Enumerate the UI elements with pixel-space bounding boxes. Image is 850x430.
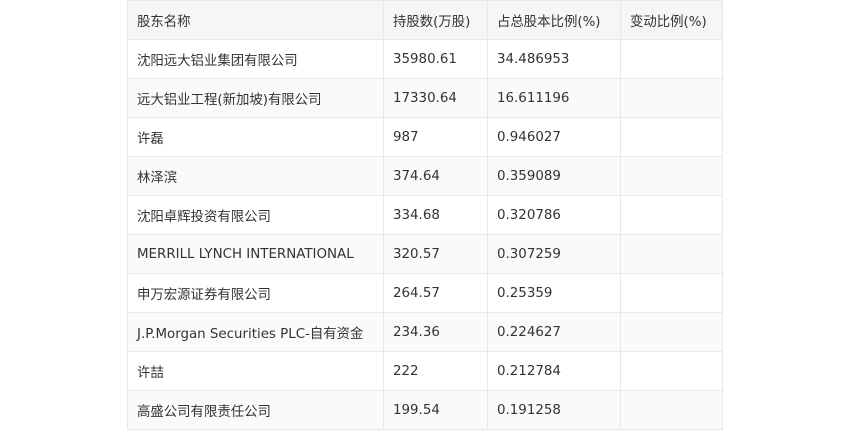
cell-share-ratio: 0.25359 <box>487 273 621 313</box>
cell-share-ratio: 0.191258 <box>487 390 621 430</box>
table-row: 申万宏源证券有限公司 264.57 0.25359 <box>127 273 723 313</box>
cell-shareholder-name: 沈阳远大铝业集团有限公司 <box>127 39 384 79</box>
table-row: 许喆 222 0.212784 <box>127 351 723 391</box>
cell-share-ratio: 16.611196 <box>487 78 621 118</box>
cell-shareholder-name: 许磊 <box>127 117 384 157</box>
cell-change-ratio <box>620 234 723 274</box>
cell-change-ratio <box>620 195 723 235</box>
cell-shareholder-name: 沈阳卓辉投资有限公司 <box>127 195 384 235</box>
cell-change-ratio <box>620 78 723 118</box>
table-row: 高盛公司有限责任公司 199.54 0.191258 <box>127 390 723 430</box>
cell-shares-held: 264.57 <box>383 273 488 313</box>
cell-share-ratio: 0.307259 <box>487 234 621 274</box>
header-row: 股东名称 持股数(万股) 占总股本比例(%) 变动比例(%) <box>127 0 723 40</box>
cell-shares-held: 17330.64 <box>383 78 488 118</box>
cell-shares-held: 222 <box>383 351 488 391</box>
cell-shares-held: 334.68 <box>383 195 488 235</box>
cell-shareholder-name: 许喆 <box>127 351 384 391</box>
table-row: 许磊 987 0.946027 <box>127 117 723 157</box>
cell-change-ratio <box>620 351 723 391</box>
table-row: J.P.Morgan Securities PLC-自有资金 234.36 0.… <box>127 312 723 352</box>
shareholder-table-container: 股东名称 持股数(万股) 占总股本比例(%) 变动比例(%) 沈阳远大铝业集团有… <box>127 0 723 430</box>
header-shares-held: 持股数(万股) <box>383 0 488 40</box>
cell-shareholder-name: 远大铝业工程(新加坡)有限公司 <box>127 78 384 118</box>
table-row: 林泽滨 374.64 0.359089 <box>127 156 723 196</box>
table-body: 沈阳远大铝业集团有限公司 35980.61 34.486953 远大铝业工程(新… <box>127 39 723 430</box>
cell-change-ratio <box>620 390 723 430</box>
cell-shares-held: 320.57 <box>383 234 488 274</box>
cell-change-ratio <box>620 273 723 313</box>
cell-change-ratio <box>620 156 723 196</box>
cell-share-ratio: 34.486953 <box>487 39 621 79</box>
table-row: 沈阳远大铝业集团有限公司 35980.61 34.486953 <box>127 39 723 79</box>
header-shareholder-name: 股东名称 <box>127 0 384 40</box>
table-header: 股东名称 持股数(万股) 占总股本比例(%) 变动比例(%) <box>127 0 723 40</box>
cell-shareholder-name: J.P.Morgan Securities PLC-自有资金 <box>127 312 384 352</box>
cell-change-ratio <box>620 117 723 157</box>
shareholder-table: 股东名称 持股数(万股) 占总股本比例(%) 变动比例(%) 沈阳远大铝业集团有… <box>127 0 723 430</box>
cell-shares-held: 199.54 <box>383 390 488 430</box>
cell-shares-held: 234.36 <box>383 312 488 352</box>
table-row: 沈阳卓辉投资有限公司 334.68 0.320786 <box>127 195 723 235</box>
cell-share-ratio: 0.359089 <box>487 156 621 196</box>
header-share-ratio: 占总股本比例(%) <box>487 0 621 40</box>
table-row: 远大铝业工程(新加坡)有限公司 17330.64 16.611196 <box>127 78 723 118</box>
cell-change-ratio <box>620 39 723 79</box>
cell-share-ratio: 0.224627 <box>487 312 621 352</box>
cell-shareholder-name: 高盛公司有限责任公司 <box>127 390 384 430</box>
cell-share-ratio: 0.320786 <box>487 195 621 235</box>
cell-shares-held: 987 <box>383 117 488 157</box>
cell-shares-held: 35980.61 <box>383 39 488 79</box>
cell-shares-held: 374.64 <box>383 156 488 196</box>
table-row: MERRILL LYNCH INTERNATIONAL 320.57 0.307… <box>127 234 723 274</box>
cell-shareholder-name: 林泽滨 <box>127 156 384 196</box>
cell-change-ratio <box>620 312 723 352</box>
cell-share-ratio: 0.212784 <box>487 351 621 391</box>
cell-shareholder-name: 申万宏源证券有限公司 <box>127 273 384 313</box>
header-change-ratio: 变动比例(%) <box>620 0 723 40</box>
cell-shareholder-name: MERRILL LYNCH INTERNATIONAL <box>127 234 384 274</box>
cell-share-ratio: 0.946027 <box>487 117 621 157</box>
